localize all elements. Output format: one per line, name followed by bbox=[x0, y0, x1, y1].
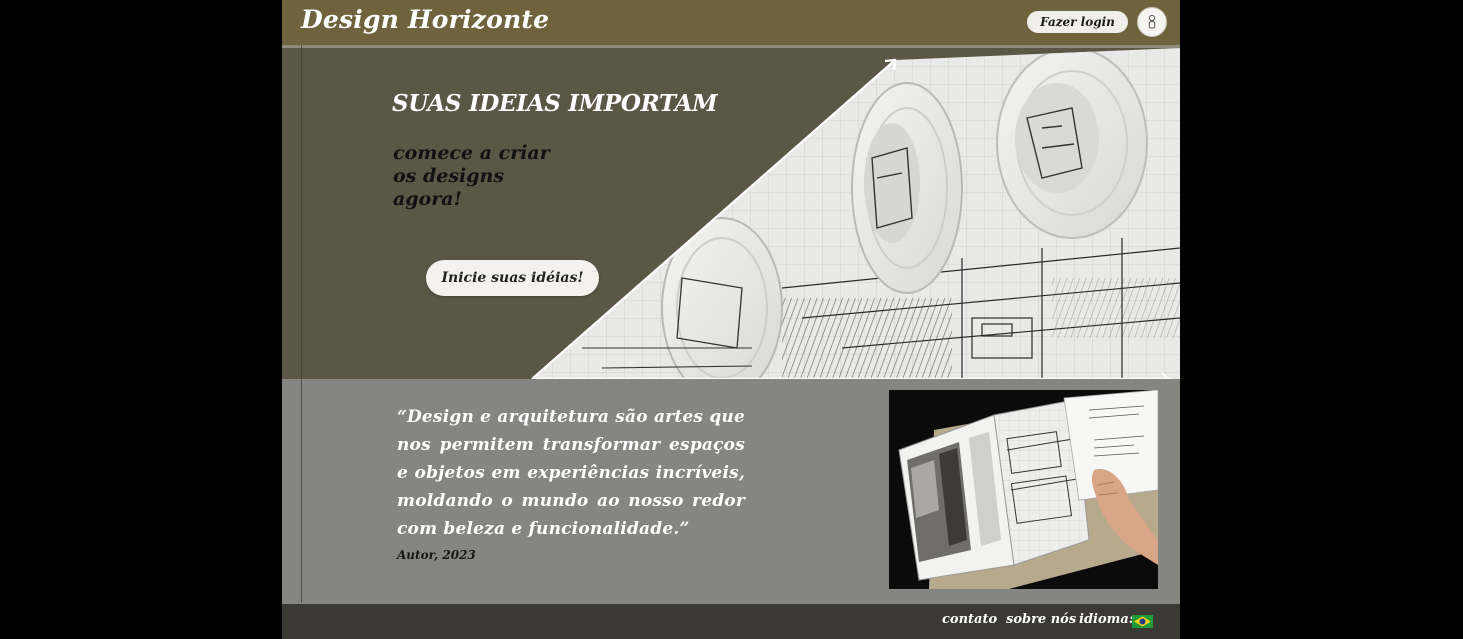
hero-subtitle: comece a criar os designs agora! bbox=[393, 142, 550, 211]
hero-section: SUAS IDEIAS IMPORTAM comece a criar os d… bbox=[282, 48, 1180, 379]
architecture-book-image bbox=[889, 390, 1158, 589]
user-icon bbox=[1148, 14, 1156, 29]
header: Design Horizonte Fazer login bbox=[282, 0, 1180, 45]
user-account-button[interactable] bbox=[1137, 7, 1167, 37]
left-vertical-rule bbox=[301, 45, 302, 603]
footer: contato sobre nós idioma: bbox=[282, 604, 1180, 639]
hero-subtitle-line: comece a criar bbox=[393, 142, 550, 164]
hero-subtitle-line: agora! bbox=[393, 188, 462, 210]
quote-author: Autor, 2023 bbox=[397, 548, 476, 562]
start-ideas-button[interactable]: Inicie suas idéias! bbox=[426, 260, 599, 296]
quote-text: “Design e arquitetura são artes que nos … bbox=[397, 407, 745, 539]
language-label: idioma: bbox=[1079, 612, 1134, 627]
about-link[interactable]: sobre nós bbox=[1006, 612, 1076, 627]
page: Design Horizonte Fazer login SUAS IDEIAS… bbox=[282, 0, 1180, 639]
hero-title: SUAS IDEIAS IMPORTAM bbox=[392, 90, 718, 117]
hero-subtitle-line: os designs bbox=[393, 165, 505, 187]
brand-logo[interactable]: Design Horizonte bbox=[301, 5, 549, 34]
login-button[interactable]: Fazer login bbox=[1027, 11, 1128, 33]
contact-link[interactable]: contato bbox=[942, 612, 997, 627]
quote-section: “Design e arquitetura são artes que nos … bbox=[282, 379, 1180, 604]
brazil-flag-icon[interactable] bbox=[1132, 615, 1153, 628]
